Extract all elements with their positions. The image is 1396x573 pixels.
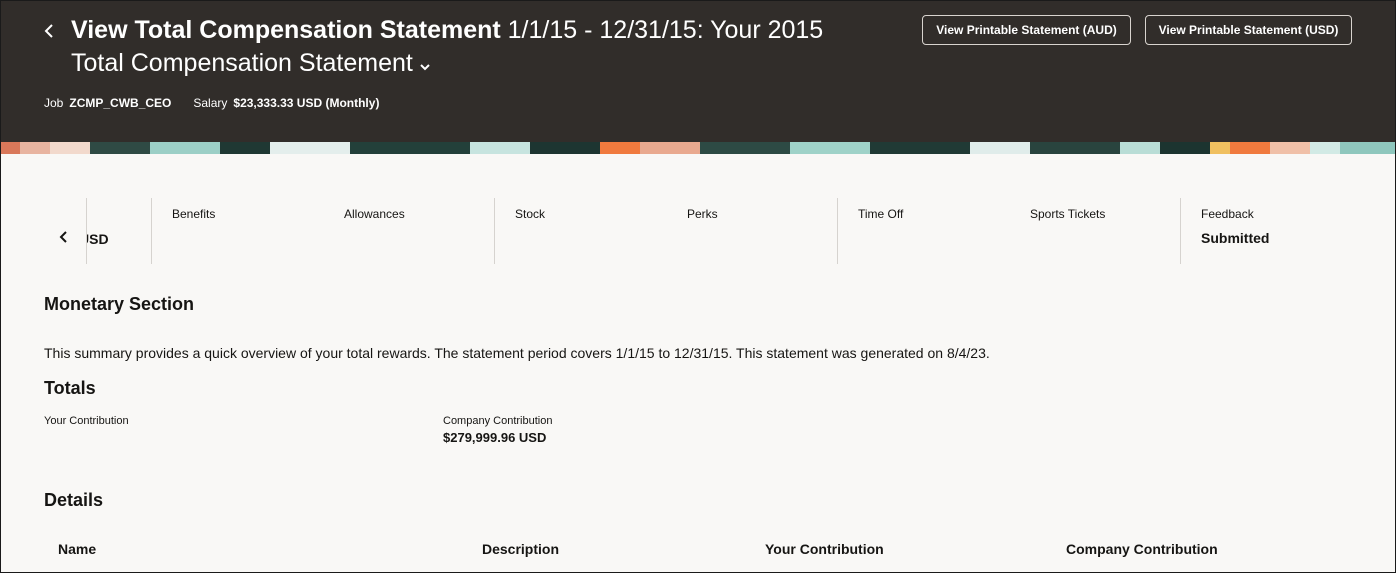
summary-text: This summary provides a quick overview o… — [44, 345, 990, 361]
tabs-scroll-back-button[interactable] — [44, 224, 84, 250]
job-label: Job — [44, 96, 64, 110]
page-title-main: View Total Compensation Statement — [71, 16, 501, 44]
salary-value: $23,333.33 USD (Monthly) — [233, 96, 380, 110]
tab-benefits[interactable]: Benefits — [172, 207, 215, 221]
tab-label: Benefits — [172, 207, 216, 221]
details-heading: Details — [44, 490, 104, 510]
column-header-description[interactable]: Description — [482, 541, 559, 557]
page-title: View Total Compensation Statement 1/1/15… — [71, 14, 831, 81]
job-value: ZCMP_CWB_CEO — [69, 96, 172, 110]
tab-stock[interactable]: Stock — [515, 207, 545, 221]
salary-label: Salary — [193, 96, 228, 110]
statement-menu-button[interactable] — [419, 48, 431, 81]
column-header-company-contribution[interactable]: Company Contribution — [1066, 541, 1218, 557]
tab-allowances[interactable]: Allowances — [344, 207, 405, 221]
chevron-left-icon — [44, 24, 53, 38]
chevron-down-icon — [420, 64, 430, 71]
tab-label: Feedback — [1201, 207, 1254, 221]
tab-divider — [151, 198, 152, 264]
tab-sports-tickets[interactable]: Sports Tickets — [1030, 207, 1105, 221]
column-header-your-contribution[interactable]: Your Contribution — [765, 541, 884, 557]
tab-divider — [837, 198, 838, 264]
totals-heading: Totals — [44, 378, 96, 398]
tab-perks[interactable]: Perks — [687, 207, 718, 221]
header-meta: Job ZCMP_CWB_CEO Salary $23,333.33 USD (… — [44, 96, 401, 110]
tab-label: Sports Tickets — [1030, 207, 1106, 221]
view-printable-aud-button[interactable]: View Printable Statement (AUD) — [922, 15, 1131, 45]
column-header-name[interactable]: Name — [58, 541, 96, 557]
tab-time-off[interactable]: Time Off — [858, 207, 903, 221]
tab-divider — [494, 198, 495, 264]
back-button[interactable] — [38, 18, 60, 44]
tab-partial-value: USD — [87, 231, 109, 247]
page-header: View Total Compensation Statement 1/1/15… — [0, 0, 1396, 142]
tab-label: Allowances — [344, 207, 405, 221]
chevron-left-icon — [59, 231, 67, 243]
tab-divider — [1180, 198, 1181, 264]
tab-value: Submitted — [1201, 230, 1270, 246]
tab-label: Perks — [687, 207, 718, 221]
company-contribution-label: Company Contribution — [443, 415, 553, 427]
view-printable-usd-button[interactable]: View Printable Statement (USD) — [1145, 15, 1352, 45]
company-contribution-value: $279,999.96 USD — [443, 430, 547, 445]
your-contribution-label: Your Contribution — [44, 415, 129, 427]
tab-feedback[interactable]: Feedback Submitted — [1201, 207, 1269, 246]
tab-label: Time Off — [858, 207, 904, 221]
decorative-banner — [0, 142, 1396, 154]
monetary-section-heading: Monetary Section — [44, 294, 195, 314]
tab-label: Stock — [515, 207, 546, 221]
